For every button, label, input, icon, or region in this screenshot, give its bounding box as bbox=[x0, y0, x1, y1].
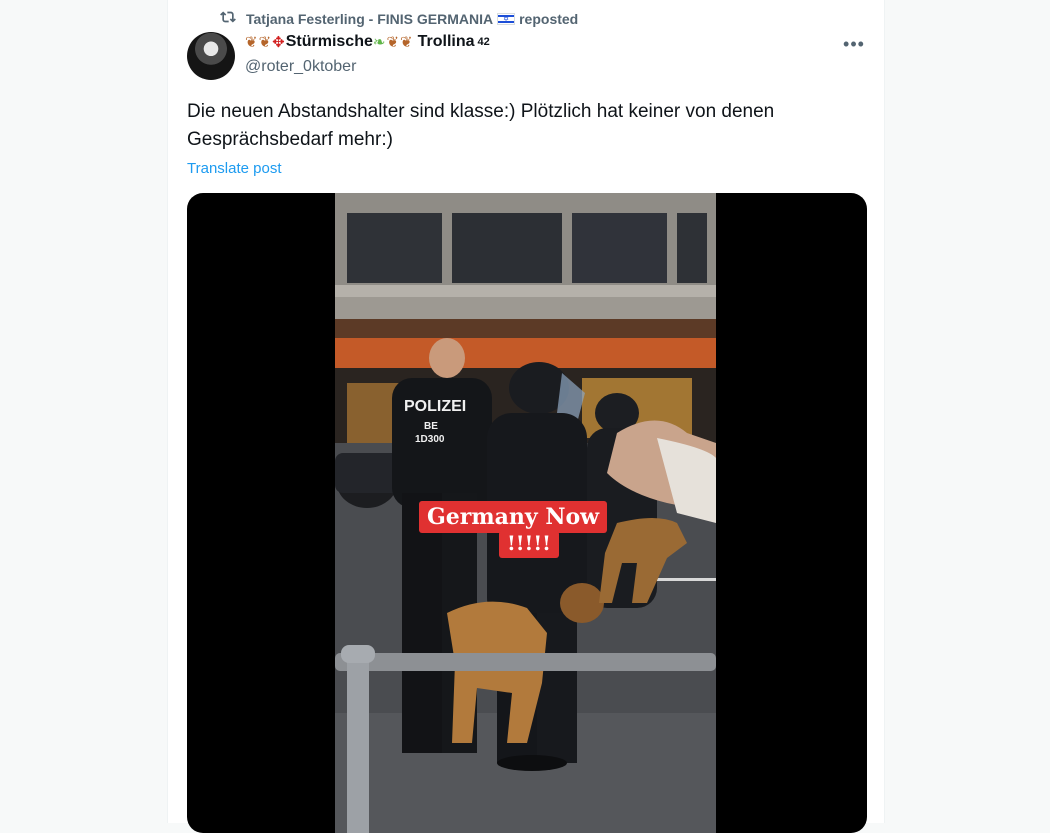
author-name-tail: Trollina bbox=[417, 33, 475, 50]
video-frame bbox=[335, 193, 716, 833]
video-media[interactable]: POLIZEI BE 1D300 Germany Now !!!!! bbox=[187, 193, 867, 833]
more-icon[interactable]: ••• bbox=[842, 32, 866, 56]
timeline-column: Tatjana Festerling - FINIS GERMANIA ✡ repo… bbox=[167, 0, 885, 833]
repost-suffix: reposted bbox=[519, 10, 579, 27]
name-superscript: 42 bbox=[477, 36, 490, 48]
green-leaf-icon: ❧ bbox=[372, 34, 386, 51]
author-handle[interactable]: @roter_0ktober bbox=[245, 58, 356, 76]
leaf-icon: ❦ bbox=[258, 34, 272, 51]
avatar[interactable] bbox=[187, 32, 235, 80]
leaf-icon: ❦ bbox=[400, 34, 413, 51]
repost-user[interactable]: Tatjana Festerling - FINIS GERMANIA bbox=[246, 11, 493, 27]
repost-icon bbox=[220, 9, 236, 28]
israel-flag-icon: ✡ bbox=[497, 12, 516, 25]
leaf-icon: ❦ bbox=[245, 34, 258, 51]
author-name-text: Stürmische bbox=[285, 33, 373, 50]
maple-leaf-icon: ✥ bbox=[272, 34, 285, 51]
post-text: Die neuen Abstandshalter sind klasse:) P… bbox=[187, 101, 775, 150]
translate-post-link[interactable]: Translate post bbox=[187, 160, 282, 177]
author-name[interactable]: ❦ ❦ ✥ Stürmische ❧ ❦ ❦ Trollina 42 bbox=[245, 33, 490, 51]
leaf-icon: ❦ bbox=[386, 34, 400, 51]
repost-header[interactable]: Tatjana Festerling - FINIS GERMANIA ✡ repo… bbox=[220, 9, 578, 28]
